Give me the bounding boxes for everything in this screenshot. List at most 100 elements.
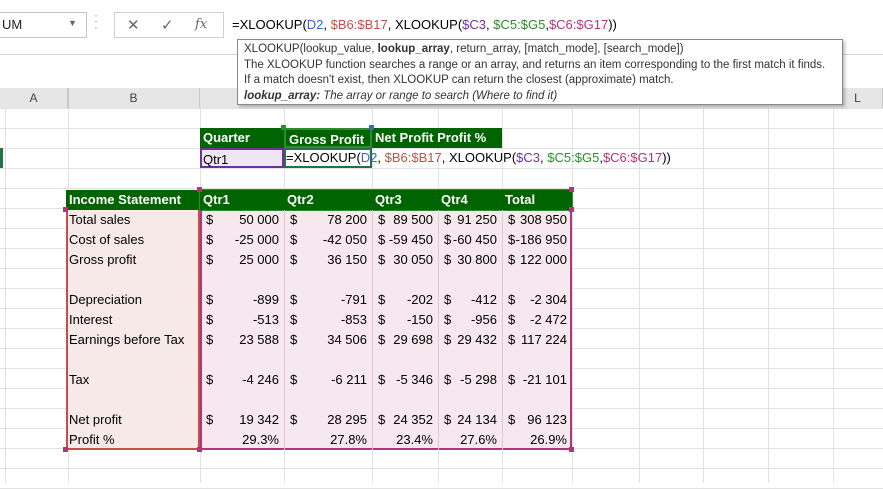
value-cell[interactable]: -186 950 (516, 230, 567, 250)
tooltip-signature[interactable]: XLOOKUP(lookup_value, lookup_array, retu… (244, 42, 842, 58)
cell-divider (438, 210, 439, 450)
currency-symbol: $ (378, 252, 386, 267)
value-cell[interactable]: -6 211 (331, 370, 367, 390)
in-cell-formula-token: )) (662, 150, 671, 165)
value-cell[interactable]: -412 (471, 290, 497, 310)
value-cell[interactable]: 26.9% (530, 430, 567, 450)
value-cell[interactable]: 89 500 (393, 210, 433, 230)
value-cell[interactable]: 122 000 (520, 250, 567, 270)
row-label[interactable]: Depreciation (69, 290, 142, 310)
value-cell[interactable]: -42 050 (323, 230, 367, 250)
value-cell[interactable]: 96 123 (527, 410, 567, 430)
value-cell[interactable]: -202 (407, 290, 433, 310)
lookup-header-gross-profit[interactable]: Gross Profit (284, 128, 372, 148)
insert-function-icon[interactable]: fx (195, 17, 207, 32)
value-cell[interactable]: 50 000 (239, 210, 279, 230)
value-cell[interactable]: -25 000 (235, 230, 279, 250)
value-cell[interactable]: 30 800 (457, 250, 497, 270)
value-cell[interactable]: -59 450 (389, 230, 433, 250)
row-label[interactable]: Net profit (69, 410, 122, 430)
value-cell[interactable]: 27.6% (460, 430, 497, 450)
in-cell-formula[interactable]: =XLOOKUP(D2, $B6:$B17, XLOOKUP($C3, $C5:… (286, 148, 671, 168)
row-label[interactable]: Profit % (69, 430, 115, 450)
lookup-quarter-cell[interactable]: Qtr1 (200, 148, 284, 168)
value-cell[interactable]: -60 450 (453, 230, 497, 250)
row-label[interactable]: Interest (69, 310, 112, 330)
currency-symbol: $ (508, 372, 516, 387)
currency-symbol: $ (290, 252, 298, 267)
range-handle[interactable] (63, 447, 68, 452)
income-statement-header[interactable]: Income Statement (66, 190, 200, 210)
enter-icon[interactable]: ✓ (161, 16, 174, 34)
value-cell[interactable]: 30 050 (393, 250, 433, 270)
currency-symbol: $ (378, 372, 386, 387)
name-box-value: UM (2, 17, 23, 32)
lookup-header-quarter[interactable]: Quarter (200, 128, 284, 148)
currency-symbol: $ (508, 332, 516, 347)
formula-text: =XLOOKUP(D2, $B6:$B17, XLOOKUP($C3, $C5:… (232, 17, 617, 32)
value-cell[interactable]: 91 250 (457, 210, 497, 230)
value-cell[interactable]: 25 000 (239, 250, 279, 270)
value-cell[interactable]: 23.4% (396, 430, 433, 450)
row-label[interactable]: Cost of sales (69, 230, 144, 250)
value-cell[interactable]: -2 304 (530, 290, 567, 310)
value-cell[interactable]: 19 342 (239, 410, 279, 430)
value-cell[interactable]: -853 (341, 310, 367, 330)
value-cell[interactable]: -791 (341, 290, 367, 310)
value-cell[interactable]: 308 950 (520, 210, 567, 230)
value-cell[interactable]: 29 698 (393, 330, 433, 350)
currency-symbol: $ (444, 312, 452, 327)
value-cell[interactable]: -4 246 (242, 370, 279, 390)
cancel-icon[interactable]: ✕ (127, 16, 140, 34)
value-cell[interactable]: 29 432 (457, 330, 497, 350)
range-handle[interactable] (369, 125, 374, 130)
value-cell[interactable]: 23 588 (239, 330, 279, 350)
value-cell[interactable]: 117 224 (521, 330, 567, 350)
currency-symbol: $ (206, 412, 214, 427)
value-cell[interactable]: -2 472 (530, 310, 567, 330)
row-label[interactable]: Total sales (69, 210, 130, 230)
name-box[interactable]: UM ▼ (0, 12, 87, 38)
in-cell-formula-token: , (377, 150, 385, 165)
range-handle[interactable] (569, 447, 574, 452)
formula-token: =XLOOKUP( (232, 17, 307, 32)
currency-symbol: $ (206, 292, 214, 307)
value-cell[interactable]: 78 200 (327, 210, 367, 230)
drag-handle-icon[interactable]: · · · (94, 9, 98, 33)
row-label[interactable]: Gross profit (69, 250, 136, 270)
value-cell[interactable]: 29.3% (242, 430, 279, 450)
function-tooltip: XLOOKUP(lookup_value, lookup_array, retu… (237, 39, 843, 105)
value-cell[interactable]: 36 150 (327, 250, 367, 270)
value-cell[interactable]: -21 101 (523, 370, 567, 390)
column-header-b[interactable]: B (68, 88, 200, 108)
currency-symbol: $ (206, 232, 214, 247)
value-cell[interactable]: 24 352 (393, 410, 433, 430)
range-handle[interactable] (281, 125, 286, 130)
value-cell[interactable]: -956 (471, 310, 497, 330)
value-cell[interactable]: -150 (407, 310, 433, 330)
value-cell[interactable]: 28 295 (327, 410, 367, 430)
range-handle[interactable] (63, 207, 68, 212)
formula-token: , XLOOKUP( (387, 17, 463, 32)
value-cell[interactable]: 34 506 (327, 330, 367, 350)
chevron-down-icon[interactable]: ▼ (68, 18, 77, 28)
value-cell[interactable]: 27.8% (330, 430, 367, 450)
value-cell[interactable]: -899 (253, 290, 279, 310)
worksheet-grid[interactable]: Quarter Gross Profit Net Profit Profit %… (0, 108, 883, 489)
column-header-a[interactable]: A (0, 88, 68, 108)
value-cell[interactable]: -5 298 (460, 370, 497, 390)
in-cell-formula-token: , XLOOKUP( (441, 150, 517, 165)
value-cell[interactable]: 24 134 (457, 410, 497, 430)
row-label[interactable]: Tax (69, 370, 89, 390)
arg-desc: The array or range to search (Where to f… (320, 89, 558, 102)
formula-input[interactable]: =XLOOKUP(D2, $B6:$B17, XLOOKUP($C3, $C5:… (224, 12, 883, 36)
value-cell[interactable]: -5 346 (396, 370, 433, 390)
range-handle[interactable] (569, 187, 574, 192)
row-label[interactable]: Earnings before Tax (69, 330, 184, 350)
lookup-header-net-profit[interactable]: Net Profit Profit % (372, 128, 502, 148)
range-handle[interactable] (197, 447, 202, 452)
range-handle[interactable] (569, 207, 574, 212)
value-cell[interactable]: -513 (253, 310, 279, 330)
range-handle[interactable] (197, 187, 202, 192)
currency-symbol: $ (290, 212, 298, 227)
